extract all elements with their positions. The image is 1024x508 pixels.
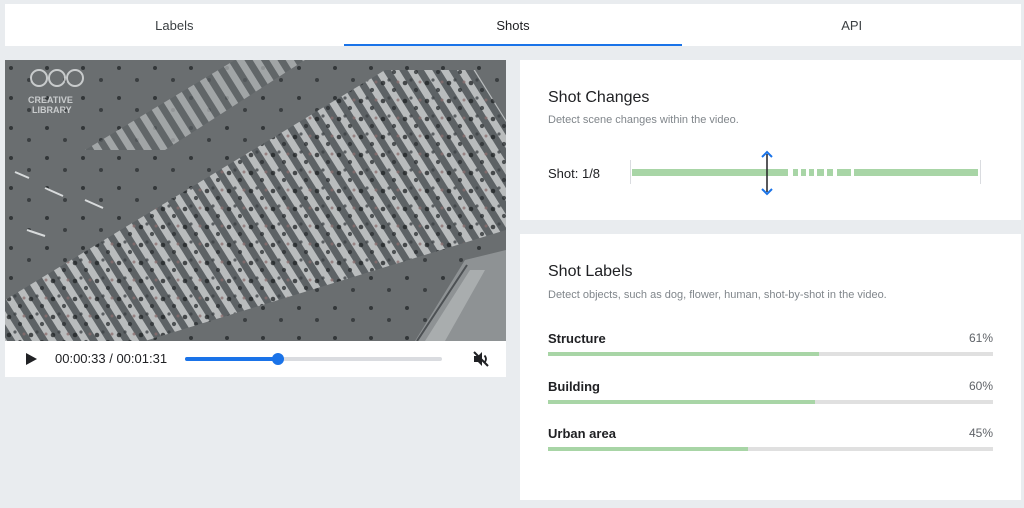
timeline-end-edge <box>980 160 981 184</box>
svg-text:CREATIVE: CREATIVE <box>28 95 73 105</box>
seek-bar[interactable] <box>185 353 442 365</box>
shot-segment[interactable] <box>827 169 833 176</box>
svg-text:LIBRARY: LIBRARY <box>32 105 72 115</box>
tab-bar: Labels Shots API <box>5 4 1021 46</box>
label-percent: 61% <box>968 331 993 345</box>
shot-labels-description: Detect objects, such as dog, flower, hum… <box>548 289 887 301</box>
video-player: CREATIVE LIBRARY 00:00:33 / 00:01:31 <box>5 60 506 377</box>
video-frame[interactable]: CREATIVE LIBRARY <box>5 60 506 341</box>
tab-labels[interactable]: Labels <box>5 4 344 46</box>
shot-segment[interactable] <box>809 169 814 176</box>
shot-counter: Shot: 1/8 <box>548 166 601 181</box>
shot-changes-card: Shot Changes Detect scene changes within… <box>520 60 1021 220</box>
shot-segment[interactable] <box>801 169 806 176</box>
tab-api[interactable]: API <box>682 4 1021 46</box>
label-row-structure[interactable]: Structure 61% <box>548 331 993 361</box>
shot-segment[interactable] <box>837 169 851 176</box>
seek-bar-progress <box>185 357 278 361</box>
play-icon[interactable] <box>24 352 38 366</box>
tab-shots[interactable]: Shots <box>343 4 683 46</box>
time-display: 00:00:33 / 00:01:31 <box>55 351 168 366</box>
label-row-urban-area[interactable]: Urban area 45% <box>548 426 993 456</box>
player-controls: 00:00:33 / 00:01:31 <box>5 341 506 377</box>
crosswalk-video-image: CREATIVE LIBRARY <box>5 60 506 341</box>
volume-off-icon[interactable] <box>471 349 491 369</box>
label-name: Building <box>548 379 600 394</box>
shot-labels-title: Shot Labels <box>548 263 633 280</box>
shot-segment[interactable] <box>817 169 824 176</box>
seek-bar-handle[interactable] <box>271 353 284 365</box>
confidence-bar <box>548 447 993 451</box>
confidence-bar-fill <box>548 352 820 356</box>
shot-timeline[interactable] <box>630 150 984 196</box>
confidence-bar <box>548 352 993 356</box>
confidence-bar-fill <box>548 400 815 404</box>
shot-changes-description: Detect scene changes within the video. <box>548 114 739 126</box>
label-name: Urban area <box>548 426 616 441</box>
shot-position-marker[interactable] <box>759 150 775 196</box>
label-row-building[interactable]: Building 60% <box>548 379 993 409</box>
confidence-bar <box>548 400 993 404</box>
shot-segment[interactable] <box>793 169 798 176</box>
shot-labels-card: Shot Labels Detect objects, such as dog,… <box>520 234 1021 500</box>
shot-changes-title: Shot Changes <box>548 89 650 106</box>
label-percent: 60% <box>968 379 993 393</box>
confidence-bar-fill <box>548 447 749 451</box>
label-percent: 45% <box>968 426 993 440</box>
shot-segment[interactable] <box>854 169 978 176</box>
label-name: Structure <box>548 331 606 346</box>
timeline-start-edge <box>630 160 631 184</box>
